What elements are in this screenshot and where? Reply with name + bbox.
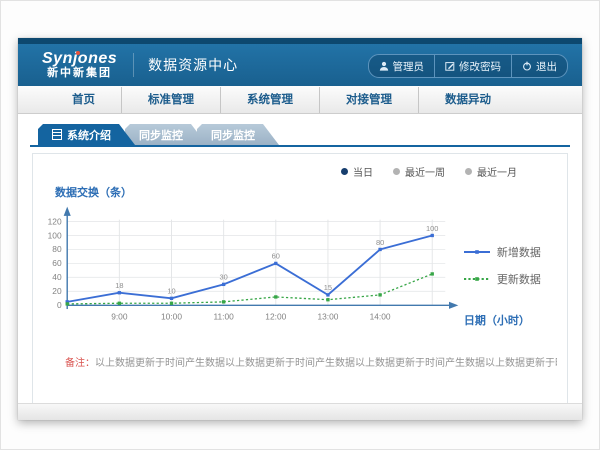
svg-text:0: 0 xyxy=(57,300,62,310)
user-menu: 管理员修改密码退出 xyxy=(368,54,569,78)
tab-2[interactable]: 同步监控 xyxy=(197,124,279,145)
chart-legend: 新增数据更新数据 xyxy=(464,244,557,287)
period-option-0[interactable]: 当日 xyxy=(341,164,373,179)
user-menu-item-2[interactable]: 退出 xyxy=(511,55,567,77)
screenshot-stage: Synjones 新中新集团 数据资源中心 管理员修改密码退出 首页标准管理系统… xyxy=(0,0,600,450)
svg-text:9:00: 9:00 xyxy=(111,311,128,321)
chart-row: 0 20 40 60 80 100 120 9:00 10:00 11:00 12:00 13:00 1… xyxy=(43,200,557,338)
app-footer xyxy=(18,403,582,420)
nav-item-2[interactable]: 系统管理 xyxy=(220,87,319,113)
svg-text:40: 40 xyxy=(52,272,62,282)
legend-item-0[interactable]: 新增数据 xyxy=(464,244,557,260)
y-axis-title: 数据交换（条） xyxy=(55,184,557,200)
x-axis-title: 日期（小时） xyxy=(464,312,530,328)
radio-dot-icon xyxy=(341,168,348,175)
app-window: Synjones 新中新集团 数据资源中心 管理员修改密码退出 首页标准管理系统… xyxy=(18,38,582,420)
svg-text:10:00: 10:00 xyxy=(161,311,182,321)
tab-0[interactable]: 系统介绍 xyxy=(38,124,135,145)
svg-text:14:00: 14:00 xyxy=(370,311,391,321)
main-content: 系统介绍同步监控同步监控 当日最近一周最近一月 数据交换（条） 02040608… xyxy=(18,114,582,410)
document-icon xyxy=(52,129,62,140)
logo-company: 新中新集团 xyxy=(42,68,117,80)
svg-text:13:00: 13:00 xyxy=(317,311,338,321)
company-logo[interactable]: Synjones 新中新集团 xyxy=(42,50,117,79)
period-option-2[interactable]: 最近一月 xyxy=(465,164,517,179)
svg-text:30: 30 xyxy=(220,273,228,282)
nav-item-4[interactable]: 数据异动 xyxy=(418,87,517,113)
svg-text:15: 15 xyxy=(324,283,332,292)
tab-bar: 系统介绍同步监控同步监控 xyxy=(30,124,570,145)
edit-icon xyxy=(445,61,455,71)
svg-text:12:00: 12:00 xyxy=(265,311,286,321)
power-icon xyxy=(522,61,532,71)
app-header: Synjones 新中新集团 数据资源中心 管理员修改密码退出 xyxy=(18,44,582,86)
svg-text:60: 60 xyxy=(272,252,280,261)
chart-panel: 当日 最近一周 最近一月 数据交换（条） 0 20 40 60 80 100 120 9:00 10… xyxy=(32,153,568,410)
svg-text:20: 20 xyxy=(52,286,62,296)
line-chart: 0 20 40 60 80 100 120 9:00 10:00 11:00 12:00 13:00 1… xyxy=(43,200,464,338)
legend-line-sample xyxy=(464,275,490,283)
nav-item-1[interactable]: 标准管理 xyxy=(121,87,220,113)
svg-text:100: 100 xyxy=(426,224,438,233)
svg-text:11:00: 11:00 xyxy=(213,311,234,321)
svg-text:60: 60 xyxy=(52,258,62,268)
legend-line-sample xyxy=(464,248,490,256)
nav-item-0[interactable]: 首页 xyxy=(46,87,121,113)
period-option-1[interactable]: 最近一周 xyxy=(393,164,445,179)
svg-text:100: 100 xyxy=(48,230,62,240)
tab-1[interactable]: 同步监控 xyxy=(125,124,207,145)
user-icon xyxy=(379,61,389,71)
tab-underline xyxy=(30,145,570,147)
user-menu-item-0[interactable]: 管理员 xyxy=(369,55,435,77)
user-menu-item-1[interactable]: 修改密码 xyxy=(434,55,511,77)
footnote: 备注：以上数据更新于时间产生数据以上数据更新于时间产生数据以上数据更新于时间产生… xyxy=(65,354,557,369)
footnote-text: 以上数据更新于时间产生数据以上数据更新于时间产生数据以上数据更新于时间产生数据以… xyxy=(95,358,557,369)
page-title: 数据资源中心 xyxy=(148,55,238,75)
svg-text:80: 80 xyxy=(52,244,62,254)
period-selector: 当日 最近一周 最近一月 xyxy=(341,164,517,179)
legend-item-1[interactable]: 更新数据 xyxy=(464,271,557,287)
svg-text:10: 10 xyxy=(167,287,175,296)
svg-text:18: 18 xyxy=(115,281,123,290)
nav-item-3[interactable]: 对接管理 xyxy=(319,87,418,113)
footnote-prefix: 备注： xyxy=(65,358,95,369)
legend-column: 新增数据更新数据 日期（小时） xyxy=(464,200,557,338)
svg-text:80: 80 xyxy=(376,238,384,247)
svg-text:120: 120 xyxy=(48,216,62,226)
header-divider xyxy=(133,53,134,77)
radio-dot-icon xyxy=(465,168,472,175)
radio-dot-icon xyxy=(393,168,400,175)
main-nav: 首页标准管理系统管理对接管理数据异动 xyxy=(18,86,582,114)
